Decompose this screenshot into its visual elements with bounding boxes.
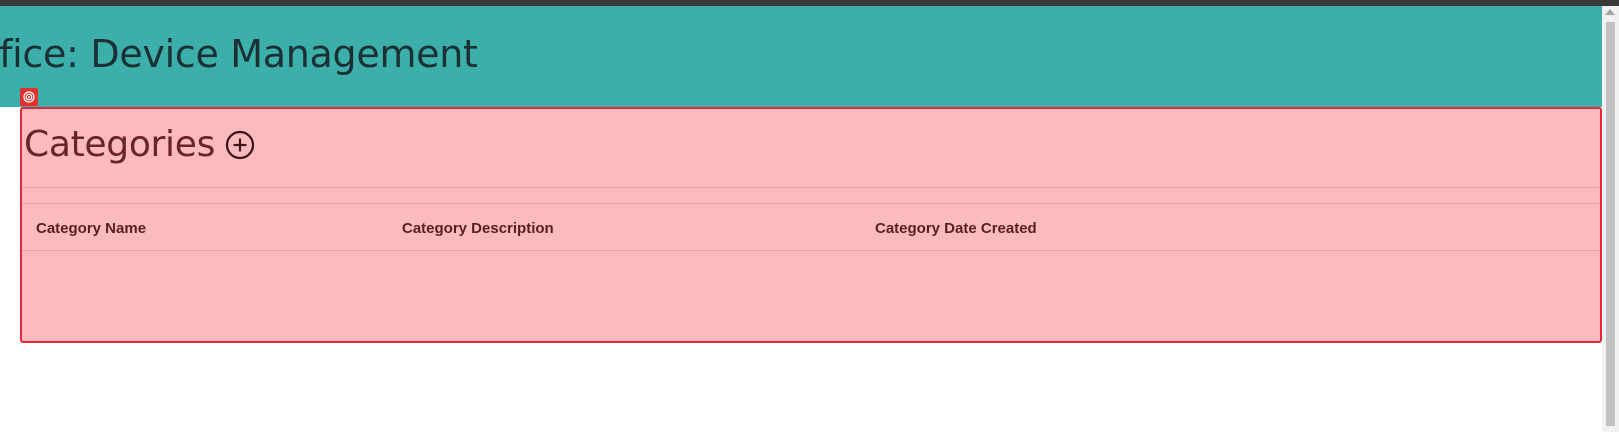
table-header-row: Category Name Category Description Categ… [22, 205, 1600, 253]
plus-circle-icon [225, 130, 255, 160]
table-body [22, 251, 1600, 339]
add-category-button[interactable] [225, 130, 255, 160]
categories-heading: Categories [24, 124, 216, 165]
categories-title-row: Categories [24, 127, 255, 163]
scrollbar-thumb[interactable] [1606, 22, 1615, 426]
divider [22, 187, 1600, 188]
app-header: ffice: Device Management [0, 6, 1602, 107]
target-icon[interactable] [20, 88, 38, 106]
categories-panel: Categories Category Name Category Descri… [20, 107, 1602, 343]
column-header-category-description[interactable]: Category Description [402, 220, 554, 237]
page-title: ffice: Device Management [0, 32, 478, 76]
vertical-scrollbar[interactable] [1602, 6, 1619, 432]
column-header-category-date-created[interactable]: Category Date Created [875, 220, 1037, 237]
column-header-category-name[interactable]: Category Name [36, 220, 146, 237]
scroll-up-arrow-icon[interactable] [1605, 9, 1615, 15]
table-top-border [22, 203, 1600, 204]
